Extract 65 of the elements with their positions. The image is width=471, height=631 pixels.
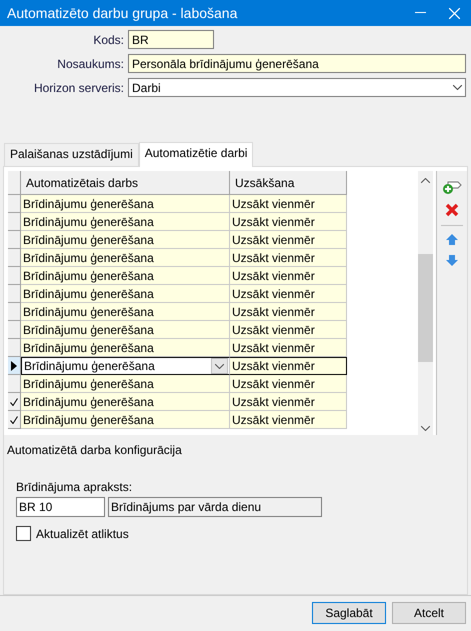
server-dropdown[interactable]: Darbi xyxy=(128,78,466,97)
checkbox[interactable] xyxy=(16,526,31,541)
table-cell: Brīdinājumu ģenerēšana xyxy=(21,321,230,339)
chevron-down-icon xyxy=(215,364,224,368)
row-header[interactable] xyxy=(8,357,21,375)
field-label: Kods: xyxy=(92,32,124,46)
arrow-up-icon[interactable] xyxy=(446,234,458,246)
checkbox-label: Aktualizēt atliktus xyxy=(36,526,129,540)
dropdown-button[interactable] xyxy=(211,358,228,374)
description-field: Brīdinājums par vārda dienu xyxy=(108,497,322,517)
window-title: Automatizēto darbu grupa - labošana xyxy=(7,5,238,21)
table-cell: Uzsākt vienmēr xyxy=(230,249,347,267)
current-row-icon xyxy=(11,360,17,370)
add-icon[interactable] xyxy=(442,179,462,195)
input-field[interactable]: BR xyxy=(128,30,214,49)
field-label: Brīdinājuma apraksts: xyxy=(16,480,134,494)
chevron-down-icon xyxy=(453,85,462,90)
table-cell: Uzsākt vienmēr xyxy=(230,213,347,231)
arrow-down-icon[interactable] xyxy=(446,254,458,266)
save-button[interactable]: Saglabāt xyxy=(312,602,386,624)
check-icon xyxy=(10,398,18,406)
field-label: Nosaukums: xyxy=(56,56,124,70)
table-cell: Uzsākt vienmēr xyxy=(230,195,347,213)
table-cell: Uzsākt vienmēr xyxy=(230,375,347,393)
table-cell: Brīdinājumu ģenerēšana xyxy=(21,303,230,321)
code-field[interactable]: BR 10 xyxy=(16,497,105,517)
table-cell: Brīdinājumu ģenerēšana xyxy=(21,213,230,231)
table-cell: Uzsākt vienmēr xyxy=(230,321,347,339)
tab[interactable]: Automatizētie darbi xyxy=(138,142,254,167)
table-cell: Brīdinājumu ģenerēšana xyxy=(21,195,230,213)
table-cell: Uzsākt vienmēr xyxy=(230,411,347,429)
table-cell: Brīdinājumu ģenerēšana xyxy=(21,375,230,393)
table-cell: Uzsākt vienmēr xyxy=(230,285,347,303)
table-cell: Brīdinājumu ģenerēšana xyxy=(21,411,230,429)
cancel-button[interactable]: Atcelt xyxy=(392,602,466,624)
table-cell: Uzsākt vienmēr xyxy=(230,393,347,411)
table-cell: Brīdinājumu ģenerēšana xyxy=(21,339,230,357)
table-cell: Brīdinājumu ģenerēšana xyxy=(21,393,230,411)
chevron-down-icon[interactable] xyxy=(421,426,430,431)
section-title: Automatizētā darba konfigurācija xyxy=(7,443,183,457)
table-cell: Brīdinājumu ģenerēšana xyxy=(21,267,230,285)
table-cell: Uzsākt vienmēr xyxy=(230,339,347,357)
table-cell: Brīdinājumu ģenerēšana xyxy=(21,285,230,303)
table-cell: Uzsākt vienmēr xyxy=(230,303,347,321)
table-cell: Brīdinājumu ģenerēšana xyxy=(21,357,230,375)
row-header xyxy=(8,171,21,195)
row-header[interactable] xyxy=(8,411,21,429)
table-cell: Brīdinājumu ģenerēšana xyxy=(21,231,230,249)
close-icon xyxy=(448,8,460,18)
input-field[interactable]: Personāla brīdinājumu ģenerēšana xyxy=(128,54,466,73)
row-header[interactable] xyxy=(8,393,21,411)
minimize-icon xyxy=(414,12,426,14)
scroll-thumb[interactable] xyxy=(418,254,434,362)
scrollbar[interactable] xyxy=(418,171,434,435)
check-icon xyxy=(10,416,18,424)
chevron-up-icon[interactable] xyxy=(421,178,430,183)
table-cell: Uzsākt vienmēr xyxy=(230,357,347,375)
table-cell: Uzsākt vienmēr xyxy=(230,267,347,285)
delete-icon[interactable] xyxy=(445,203,460,217)
table-cell: Brīdinājumu ģenerēšana xyxy=(21,249,230,267)
tab[interactable]: Palaišanas uzstādījumi xyxy=(4,143,139,166)
table-cell: Uzsākt vienmēr xyxy=(230,231,347,249)
column-header[interactable]: Uzsākšana xyxy=(230,171,347,195)
field-label: Horizon serveris: xyxy=(32,80,124,94)
column-header[interactable]: Automatizētais darbs xyxy=(21,171,230,195)
